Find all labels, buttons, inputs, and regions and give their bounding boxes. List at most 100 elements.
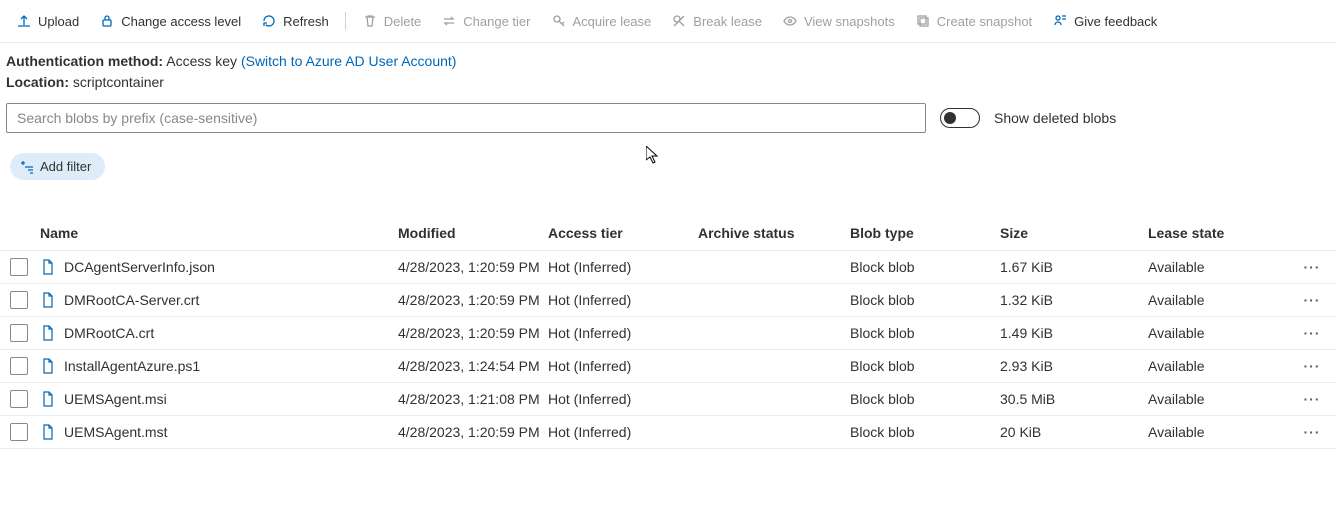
col-size[interactable]: Size (1000, 225, 1148, 241)
cell-access-tier: Hot (Inferred) (548, 259, 698, 275)
add-filter-button[interactable]: Add filter (10, 153, 105, 180)
row-more-button[interactable]: ··· (1288, 391, 1336, 407)
change-tier-label: Change tier (463, 14, 530, 29)
filter-row: Add filter (0, 135, 1337, 190)
col-blob-type[interactable]: Blob type (850, 225, 1000, 241)
cell-blob-type: Block blob (850, 358, 1000, 374)
cell-blob-type: Block blob (850, 424, 1000, 440)
file-icon (40, 358, 56, 374)
search-input[interactable] (6, 103, 926, 133)
upload-label: Upload (38, 14, 79, 29)
row-more-button[interactable]: ··· (1288, 358, 1336, 374)
cell-lease-state: Available (1148, 259, 1288, 275)
break-lease-label: Break lease (693, 14, 762, 29)
trash-icon (362, 13, 378, 29)
cell-modified: 4/28/2023, 1:24:54 PM (398, 358, 548, 374)
change-access-button[interactable]: Change access level (89, 8, 251, 34)
table-row[interactable]: InstallAgentAzure.ps1 4/28/2023, 1:24:54 … (0, 350, 1337, 383)
refresh-button[interactable]: Refresh (251, 8, 339, 34)
cell-modified: 4/28/2023, 1:20:59 PM (398, 325, 548, 341)
cell-blob-type: Block blob (850, 325, 1000, 341)
acquire-lease-label: Acquire lease (573, 14, 652, 29)
table-row[interactable]: UEMSAgent.mst 4/28/2023, 1:20:59 PMHot (I… (0, 416, 1337, 449)
file-icon (40, 424, 56, 440)
change-tier-button: Change tier (431, 8, 540, 34)
row-more-button[interactable]: ··· (1288, 292, 1336, 308)
upload-button[interactable]: Upload (6, 8, 89, 34)
grid-header: Name Modified Access tier Archive status… (0, 216, 1337, 251)
table-row[interactable]: DMRootCA-Server.crt 4/28/2023, 1:20:59 PM… (0, 284, 1337, 317)
row-more-button[interactable]: ··· (1288, 325, 1336, 341)
row-more-button[interactable]: ··· (1288, 259, 1336, 275)
toolbar-separator (345, 12, 346, 30)
row-checkbox[interactable] (10, 423, 28, 441)
row-checkbox[interactable] (10, 258, 28, 276)
cell-lease-state: Available (1148, 292, 1288, 308)
cell-size: 1.49 KiB (1000, 325, 1148, 341)
row-more-button[interactable]: ··· (1288, 424, 1336, 440)
eye-icon (782, 13, 798, 29)
break-lease-button: Break lease (661, 8, 772, 34)
show-deleted-label: Show deleted blobs (994, 110, 1116, 126)
cell-size: 2.93 KiB (1000, 358, 1148, 374)
blob-name-link[interactable]: UEMSAgent.mst (64, 424, 167, 440)
lock-icon (99, 13, 115, 29)
view-snapshots-label: View snapshots (804, 14, 895, 29)
blob-name-link[interactable]: DMRootCA-Server.crt (64, 292, 199, 308)
info-block: Authentication method: Access key (Switc… (0, 43, 1337, 99)
cell-lease-state: Available (1148, 325, 1288, 341)
upload-icon (16, 13, 32, 29)
col-archive-status[interactable]: Archive status (698, 225, 850, 241)
show-deleted-toggle[interactable] (940, 108, 980, 128)
cell-modified: 4/28/2023, 1:20:59 PM (398, 292, 548, 308)
key-icon (551, 13, 567, 29)
blob-name-link[interactable]: UEMSAgent.msi (64, 391, 167, 407)
table-row[interactable]: UEMSAgent.msi4/28/2023, 1:21:08 PMHot (I… (0, 383, 1337, 416)
toolbar: Upload Change access level Refresh Delet… (0, 0, 1337, 43)
cell-size: 1.67 KiB (1000, 259, 1148, 275)
cell-access-tier: Hot (Inferred) (548, 292, 698, 308)
blob-name-link[interactable]: DCAgentServerInfo.json (64, 259, 215, 275)
cell-access-tier: Hot (Inferred) (548, 358, 698, 374)
file-icon (40, 259, 56, 275)
break-icon (671, 13, 687, 29)
col-lease-state[interactable]: Lease state (1148, 225, 1288, 241)
refresh-icon (261, 13, 277, 29)
table-row[interactable]: DCAgentServerInfo.json 4/28/2023, 1:20:59… (0, 251, 1337, 284)
filter-plus-icon (20, 160, 34, 174)
refresh-label: Refresh (283, 14, 329, 29)
location-value: scriptcontainer (73, 74, 164, 90)
blob-name-link[interactable]: DMRootCA.crt (64, 325, 154, 341)
search-row: Show deleted blobs (0, 99, 1337, 135)
row-checkbox[interactable] (10, 291, 28, 309)
blob-name-link[interactable]: InstallAgentAzure.ps1 (64, 358, 200, 374)
row-checkbox[interactable] (10, 357, 28, 375)
snapshot-icon (915, 13, 931, 29)
cell-access-tier: Hot (Inferred) (548, 424, 698, 440)
col-access-tier[interactable]: Access tier (548, 225, 698, 241)
auth-method-label: Authentication method: (6, 53, 163, 69)
blob-grid: Name Modified Access tier Archive status… (0, 216, 1337, 449)
switch-auth-link[interactable]: (Switch to Azure AD User Account) (241, 53, 457, 69)
delete-label: Delete (384, 14, 422, 29)
col-name[interactable]: Name (40, 225, 398, 241)
table-row[interactable]: DMRootCA.crt4/28/2023, 1:20:59 PMHot (In… (0, 317, 1337, 350)
cell-size: 1.32 KiB (1000, 292, 1148, 308)
cell-modified: 4/28/2023, 1:20:59 PM (398, 424, 548, 440)
delete-button: Delete (352, 8, 432, 34)
acquire-lease-button: Acquire lease (541, 8, 662, 34)
col-modified[interactable]: Modified (398, 225, 548, 241)
row-checkbox[interactable] (10, 324, 28, 342)
cell-access-tier: Hot (Inferred) (548, 391, 698, 407)
auth-method-value: Access key (166, 53, 237, 69)
row-checkbox[interactable] (10, 390, 28, 408)
cell-modified: 4/28/2023, 1:20:59 PM (398, 259, 548, 275)
file-icon (40, 325, 56, 341)
cell-blob-type: Block blob (850, 292, 1000, 308)
file-icon (40, 391, 56, 407)
cell-blob-type: Block blob (850, 259, 1000, 275)
create-snapshot-label: Create snapshot (937, 14, 1032, 29)
give-feedback-button[interactable]: Give feedback (1042, 8, 1167, 34)
file-icon (40, 292, 56, 308)
swap-icon (441, 13, 457, 29)
